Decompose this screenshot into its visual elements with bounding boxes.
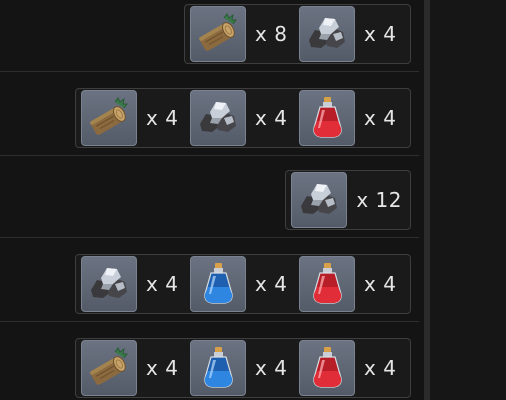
ingredient-item: x 4	[299, 6, 402, 62]
ingredient-quantity: x 4	[146, 106, 179, 130]
ingredient-item: x 4	[299, 90, 402, 146]
ingredient-quantity: x 4	[146, 272, 179, 296]
wood-log-icon[interactable]	[81, 340, 137, 396]
wood-log-icon[interactable]	[81, 90, 137, 146]
ingredient-item: x 4	[81, 256, 184, 312]
ingredient-cost-box: x 8 x 4	[184, 4, 411, 64]
ingredient-item: x 4	[81, 90, 184, 146]
blue-potion-icon[interactable]	[190, 256, 246, 312]
blue-potion-icon[interactable]	[190, 340, 246, 396]
ingredient-item: x 4	[81, 340, 184, 396]
ingredient-quantity: x 4	[255, 272, 288, 296]
red-potion-icon[interactable]	[299, 256, 355, 312]
ingredient-item: x 12	[291, 172, 402, 228]
wood-log-icon[interactable]	[190, 6, 246, 62]
red-potion-icon[interactable]	[299, 340, 355, 396]
recipe-row: x 8 x 4	[0, 0, 419, 72]
ingredient-quantity: x 4	[255, 106, 288, 130]
recipe-row: x 4 x 4 x 4	[0, 244, 419, 322]
recipe-row: x 4 x 4 x 4	[0, 328, 419, 400]
ingredient-item: x 4	[190, 340, 293, 396]
scrollbar-thumb[interactable]	[424, 0, 430, 400]
ingredient-item: x 4	[299, 256, 402, 312]
ingredient-quantity: x 4	[364, 106, 397, 130]
iron-ore-icon[interactable]	[81, 256, 137, 312]
ingredient-item: x 4	[299, 340, 402, 396]
side-panel	[430, 0, 506, 400]
iron-ore-icon[interactable]	[299, 6, 355, 62]
ingredient-item: x 4	[190, 90, 293, 146]
ingredient-quantity: x 4	[146, 356, 179, 380]
scrollbar[interactable]	[424, 0, 430, 400]
ingredient-cost-box: x 4 x 4 x 4	[75, 254, 411, 314]
red-potion-icon[interactable]	[299, 90, 355, 146]
ingredient-item: x 4	[190, 256, 293, 312]
recipe-row: x 4 x 4 x 4	[0, 78, 419, 156]
crafting-cost-list: x 8 x 4 x 4 x 4 x 4 x 12 x 4 x 4 x 4 x 4…	[0, 0, 506, 400]
ingredient-item: x 8	[190, 6, 293, 62]
ingredient-quantity: x 4	[255, 356, 288, 380]
ingredient-quantity: x 8	[255, 22, 288, 46]
iron-ore-icon[interactable]	[190, 90, 246, 146]
ingredient-quantity: x 4	[364, 22, 397, 46]
ingredient-quantity: x 4	[364, 272, 397, 296]
ingredient-cost-box: x 12	[285, 170, 411, 230]
ingredient-cost-box: x 4 x 4 x 4	[75, 338, 411, 398]
ingredient-cost-box: x 4 x 4 x 4	[75, 88, 411, 148]
ingredient-quantity: x 12	[356, 188, 402, 212]
recipe-row: x 12	[0, 160, 419, 238]
iron-ore-icon[interactable]	[291, 172, 348, 228]
ingredient-quantity: x 4	[364, 356, 397, 380]
